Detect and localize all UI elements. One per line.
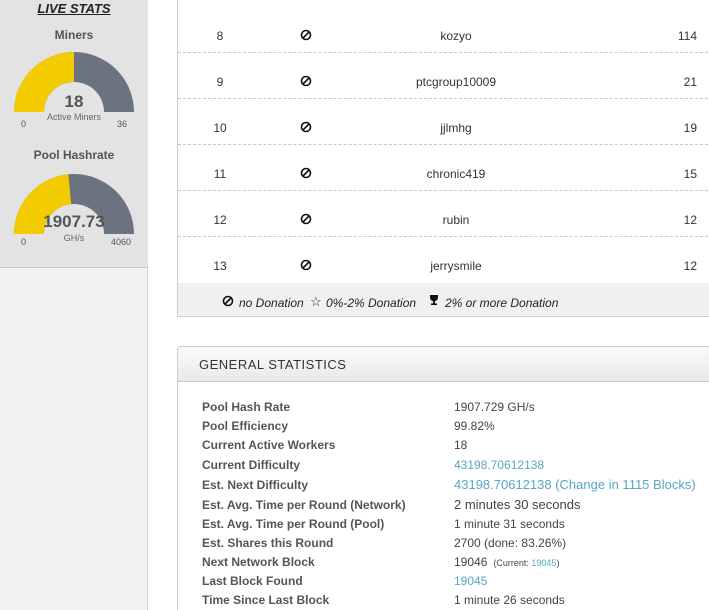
stat-row: Est. Avg. Time per Round (Network) 2 min… <box>178 497 709 518</box>
worker-name-cell: jjlmhg <box>440 121 472 135</box>
stat-label: Last Block Found <box>202 574 303 588</box>
general-statistics-panel: GENERAL STATISTICS Pool Hash Rate 1907.7… <box>177 346 709 610</box>
value-cell: 12 <box>683 213 697 227</box>
stat-value: 1 minute 26 seconds <box>454 593 565 607</box>
hashrate-gauge-label: Pool Hashrate <box>33 148 115 162</box>
current-block-link[interactable]: 19045 <box>531 558 556 568</box>
rank-cell: 11 <box>213 167 227 181</box>
next-network-block-value: 19046 <box>454 555 488 569</box>
no-donation-icon <box>300 259 314 274</box>
stat-row: Est. Shares this Round 2700 (done: 83.26… <box>178 536 709 556</box>
stat-value: 99.82% <box>454 419 495 433</box>
next-difficulty-link[interactable]: 43198.70612138 (Change in 1115 Blocks) <box>454 477 696 492</box>
current-block-note: (Current: 19045) <box>493 558 559 568</box>
stat-row: Est. Next Difficulty 43198.70612138 (Cha… <box>178 477 709 498</box>
hashrate-gauge-max: 4060 <box>111 237 132 247</box>
stat-row: Est. Avg. Time per Round (Pool) 1 minute… <box>178 517 709 537</box>
general-statistics-header: GENERAL STATISTICS <box>178 347 709 382</box>
stat-value: 19046 (Current: 19045) <box>454 555 559 569</box>
stat-value: 2700 (done: 83.26%) <box>454 536 567 550</box>
miners-gauge-label: Miners <box>54 28 94 42</box>
donation-legend: no Donation ☆ 0%-2% Donation 2% or more … <box>178 283 709 316</box>
value-cell: 12 <box>683 259 697 273</box>
table-row: 10 jjlmhg 19 <box>178 99 709 145</box>
stat-value: 2 minutes 30 seconds <box>454 497 581 512</box>
stat-row: Pool Efficiency 99.82% <box>178 419 709 439</box>
table-row: 8 kozyo 114 <box>178 7 709 53</box>
no-donation-icon <box>300 121 314 136</box>
value-cell: 15 <box>683 167 697 181</box>
worker-name-cell: chronic419 <box>426 167 486 181</box>
miners-gauge-value: 18 <box>64 92 84 111</box>
legend-high-donation: 2% or more Donation <box>445 296 559 310</box>
current-block-close: ) <box>556 558 560 568</box>
hashrate-gauge-value: 1907.73 <box>43 212 105 231</box>
stat-label: Est. Avg. Time per Round (Pool) <box>202 517 385 531</box>
stat-row: Current Difficulty 43198.70612138 <box>178 458 709 478</box>
rank-cell: 9 <box>216 75 224 89</box>
sidebar: LIVE STATS Miners 18 Active Miners 0 36 … <box>0 0 148 610</box>
star-icon: ☆ <box>310 294 322 309</box>
table-row: 13 jerrysmile 12 <box>178 237 709 283</box>
no-donation-icon <box>222 295 234 310</box>
stat-row: Last Block Found 19045 <box>178 574 709 594</box>
rank-cell: 13 <box>213 259 227 273</box>
stat-value: 1907.729 GH/s <box>454 400 535 414</box>
stat-row: Time Since Last Block 1 minute 26 second… <box>178 593 709 610</box>
stat-label: Current Active Workers <box>202 438 336 452</box>
legend-partial-donation: 0%-2% Donation <box>326 296 417 310</box>
miners-gauge-max: 36 <box>117 119 128 129</box>
rank-cell: 10 <box>213 121 227 135</box>
no-donation-icon <box>300 213 314 228</box>
value-cell: 19 <box>683 121 697 135</box>
live-stats-panel: LIVE STATS Miners 18 Active Miners 0 36 … <box>0 0 148 268</box>
legend-no-donation: no Donation <box>239 296 304 310</box>
stat-row: Pool Hash Rate 1907.729 GH/s <box>178 400 709 420</box>
miners-gauge-min: 0 <box>21 119 27 129</box>
no-donation-icon <box>300 167 314 182</box>
trophy-icon <box>428 294 440 309</box>
hashrate-gauge-min: 0 <box>21 237 27 247</box>
table-row: 12 rubin 12 <box>178 191 709 237</box>
value-cell: 114 <box>677 29 697 43</box>
worker-name-cell: jerrysmile <box>430 259 482 273</box>
stat-row: Next Network Block 19046 (Current: 19045) <box>178 555 709 575</box>
stat-label: Current Difficulty <box>202 458 301 472</box>
stat-label: Pool Hash Rate <box>202 400 291 414</box>
table-row: 11 chronic419 15 <box>178 145 709 191</box>
stat-label: Pool Efficiency <box>202 419 289 433</box>
stat-label: Est. Next Difficulty <box>202 478 309 492</box>
worker-name-cell: ptcgroup10009 <box>415 75 497 89</box>
table-row: 9 ptcgroup10009 21 <box>178 53 709 99</box>
no-donation-icon <box>300 75 314 90</box>
stat-value: 1 minute 31 seconds <box>454 517 565 531</box>
no-donation-icon <box>300 29 314 44</box>
worker-name-cell: kozyo <box>440 29 472 43</box>
live-stats-title: LIVE STATS <box>37 1 111 16</box>
current-block-label: (Current: <box>493 558 529 568</box>
current-difficulty-link[interactable]: 43198.70612138 <box>454 458 544 472</box>
stat-value: 18 <box>454 438 468 452</box>
last-block-link[interactable]: 19045 <box>454 574 487 588</box>
rank-cell: 12 <box>213 213 227 227</box>
general-statistics-title: GENERAL STATISTICS <box>199 357 347 372</box>
stat-label: Est. Shares this Round <box>202 536 334 550</box>
rank-cell: 8 <box>216 29 224 43</box>
value-cell: 21 <box>683 75 697 89</box>
stat-label: Time Since Last Block <box>202 593 330 607</box>
contributors-table: 8 kozyo 114 9 ptcgroup10009 21 10 jjlmhg… <box>177 0 709 317</box>
stat-label: Est. Avg. Time per Round (Network) <box>202 498 406 512</box>
worker-name-cell: rubin <box>442 213 470 227</box>
stat-label: Next Network Block <box>202 555 315 569</box>
stat-row: Current Active Workers 18 <box>178 438 709 458</box>
